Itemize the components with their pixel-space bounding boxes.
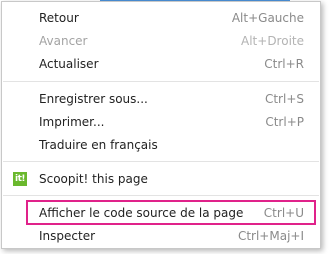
menu-item-actualiser[interactable]: Actualiser Ctrl+R: [2, 53, 320, 75]
menu-item-shortcut: Ctrl+P: [265, 115, 304, 129]
menu-item-label: Enregistrer sous...: [39, 92, 148, 106]
menu-item-label: Avancer: [39, 34, 88, 48]
menu-item-shortcut: Alt+Gauche: [231, 11, 304, 25]
menu-item-avancer: Avancer Alt+Droite: [2, 30, 320, 52]
menu-item-traduire[interactable]: Traduire en français: [2, 134, 320, 156]
menu-item-shortcut: Ctrl+R: [264, 57, 304, 71]
menu-item-imprimer[interactable]: Imprimer... Ctrl+P: [2, 111, 320, 133]
menu-item-enregistrer[interactable]: Enregistrer sous... Ctrl+S: [2, 88, 320, 110]
menu-item-label: Imprimer...: [39, 115, 105, 129]
menu-item-shortcut: Alt+Droite: [241, 34, 304, 48]
menu-item-inspecter[interactable]: Inspecter Ctrl+Maj+I: [2, 225, 320, 247]
context-menu: Retour Alt+Gauche Avancer Alt+Droite Act…: [1, 1, 321, 249]
menu-item-retour[interactable]: Retour Alt+Gauche: [2, 7, 320, 29]
highlight-box: [26, 200, 316, 225]
menu-item-label: Traduire en français: [39, 138, 158, 152]
scoopit-icon: it!: [13, 172, 27, 186]
menu-separator: [3, 81, 319, 82]
menu-item-shortcut: Ctrl+S: [264, 92, 304, 106]
menu-item-label: Actualiser: [39, 57, 99, 71]
menu-item-label: Retour: [39, 11, 79, 25]
menu-item-scoopit[interactable]: it! Scoopit! this page: [2, 168, 320, 190]
menu-separator: [3, 195, 319, 196]
menu-separator: [3, 161, 319, 162]
menu-item-shortcut: Ctrl+Maj+I: [237, 229, 304, 243]
menu-item-label: Inspecter: [39, 229, 96, 243]
menu-item-label: Scoopit! this page: [39, 172, 148, 186]
